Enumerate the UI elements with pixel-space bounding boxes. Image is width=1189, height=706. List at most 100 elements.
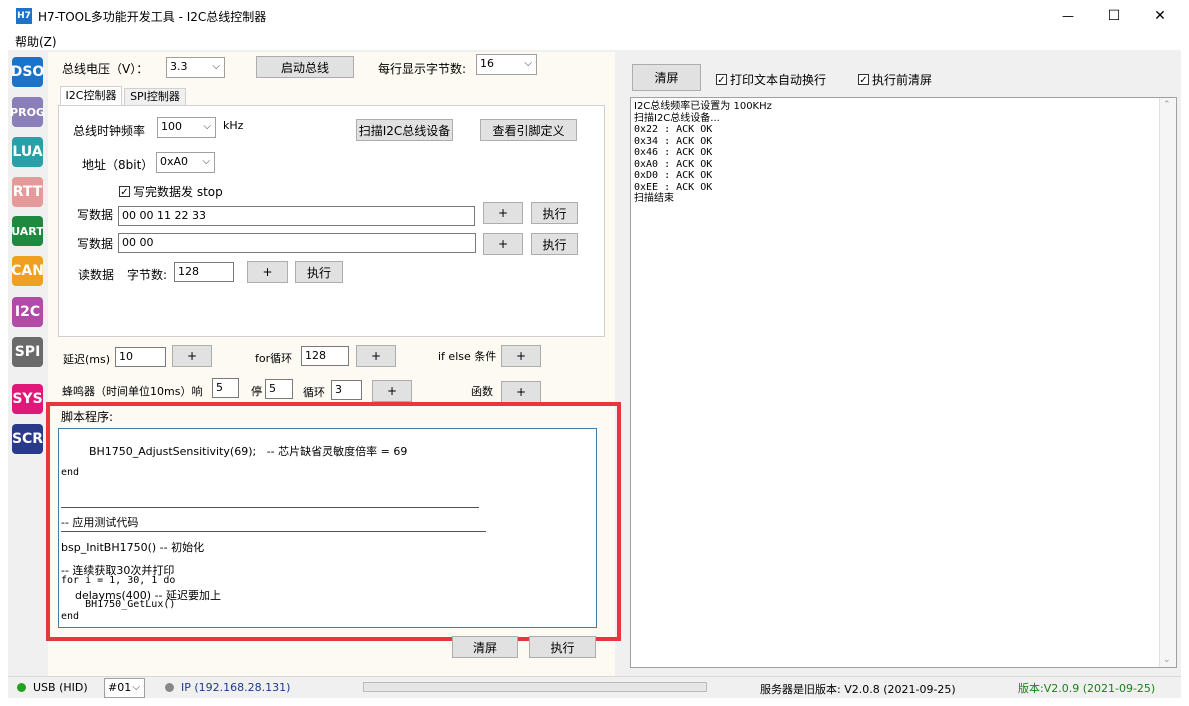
menu-help[interactable]: 帮助(Z) <box>15 33 57 50</box>
write2-input[interactable]: 00 00 <box>118 233 476 253</box>
script-line: -- 应用测试代码 <box>61 516 139 529</box>
output-line: 扫描I2C总线设备... <box>634 112 720 124</box>
for-plus-button[interactable]: + <box>356 345 396 367</box>
script-exec-button[interactable]: 执行 <box>529 636 596 658</box>
func-label: 函数 <box>471 385 493 398</box>
sidebar-item-rtt[interactable]: RTT <box>12 177 43 207</box>
beep-on-input[interactable]: 5 <box>212 378 239 398</box>
for-input[interactable]: 128 <box>301 346 349 366</box>
read-label: 读数据 <box>78 268 115 282</box>
minimize-button[interactable]: — <box>1045 4 1091 28</box>
stop-checkbox[interactable]: ✓ 写完数据发 stop <box>119 183 223 200</box>
delay-plus-button[interactable]: + <box>172 345 212 367</box>
output-scrollbar[interactable]: ⌃ ⌄ <box>1159 98 1176 667</box>
usb-status-icon <box>17 683 26 692</box>
read-exec-button[interactable]: 执行 <box>295 261 343 283</box>
device-select[interactable]: #01 ⌵ <box>104 678 145 698</box>
sidebar-item-uart[interactable]: UART <box>11 216 44 246</box>
write2-exec-button[interactable]: 执行 <box>531 233 578 255</box>
output-text: I2C总线频率已设置为 100KHz 扫描I2C总线设备... 0x22 : A… <box>634 101 772 205</box>
window-title: H7-TOOL多功能开发工具 - I2C总线控制器 <box>38 10 267 24</box>
app-logo: H7 <box>16 8 32 24</box>
address-value: 0xA0 <box>160 155 189 168</box>
sidebar-item-lua[interactable]: LUA <box>12 137 43 167</box>
clear-before-label: 执行前清屏 <box>872 73 933 87</box>
app-version: 版本:V2.0.9 (2021-09-25) <box>1018 682 1156 695</box>
bytes-per-line-label: 每行显示字节数: <box>378 62 467 76</box>
sidebar-item-i2c[interactable]: I2C <box>12 297 43 327</box>
ifelse-plus-button[interactable]: + <box>501 345 541 367</box>
tab-i2c[interactable]: I2C控制器 <box>60 86 122 106</box>
loop-input[interactable]: 3 <box>331 380 362 400</box>
output-line: 0xEE : ACK OK <box>634 181 713 193</box>
script-divider <box>61 507 479 508</box>
delay-input[interactable]: 10 <box>115 347 166 367</box>
close-button[interactable]: ✕ <box>1137 4 1183 28</box>
beep-off-label: 停 <box>251 385 262 398</box>
checkbox-checked-icon: ✓ <box>119 186 130 198</box>
write2-plus-button[interactable]: + <box>483 233 523 255</box>
sidebar-item-prog[interactable]: PROG <box>10 97 45 127</box>
voltage-label: 总线电压（V）： <box>62 62 149 76</box>
read-plus-button[interactable]: + <box>247 261 288 283</box>
script-line: end <box>61 467 80 478</box>
beep-label: 蜂鸣器（时间单位10ms）响 <box>62 385 203 398</box>
checkbox-checked-icon: ✓ <box>858 74 869 86</box>
loop-label: 循环 <box>303 386 325 399</box>
progress-bar <box>363 682 707 692</box>
write1-input[interactable]: 00 00 11 22 33 <box>118 206 475 226</box>
beep-off-input[interactable]: 5 <box>265 379 293 399</box>
chevron-down-icon: ⌵ <box>524 58 532 69</box>
address-label: 地址（8bit） <box>82 158 154 172</box>
delay-label: 延迟(ms) <box>63 353 111 366</box>
beep-plus-button[interactable]: + <box>372 380 412 402</box>
clock-select[interactable]: 100 ⌵ <box>157 117 216 138</box>
ip-status-icon <box>165 683 174 692</box>
sidebar-item-scr[interactable]: SCR <box>12 424 43 454</box>
bytes-per-line-value: 16 <box>480 57 494 70</box>
ifelse-label: if else 条件 <box>438 350 497 363</box>
pin-definition-button[interactable]: 查看引脚定义 <box>480 119 577 141</box>
script-clear-button[interactable]: 清屏 <box>452 636 518 658</box>
sidebar-item-sys[interactable]: SYS <box>12 384 43 414</box>
stop-checkbox-label: 写完数据发 stop <box>133 185 223 199</box>
clock-label: 总线时钟频率 <box>73 124 146 138</box>
ip-status: IP (192.168.28.131) <box>181 681 291 694</box>
output-clear-button[interactable]: 清屏 <box>632 64 701 91</box>
address-select[interactable]: 0xA0 ⌵ <box>156 152 215 173</box>
output-line: 扫描结束 <box>634 193 674 204</box>
script-line: BH1750_GetLux() <box>61 599 176 610</box>
maximize-button[interactable]: ☐ <box>1091 4 1137 28</box>
script-title: 脚本程序: <box>61 410 114 424</box>
auto-wrap-checkbox[interactable]: ✓ 打印文本自动换行 <box>716 71 826 88</box>
clear-before-checkbox[interactable]: ✓ 执行前清屏 <box>858 71 932 88</box>
chevron-down-icon: ⌵ <box>212 61 220 72</box>
sidebar-item-spi[interactable]: SPI <box>12 337 43 367</box>
write2-label: 写数据 <box>77 237 114 251</box>
chevron-down-icon: ⌵ <box>202 156 210 167</box>
bytes-input[interactable]: 128 <box>174 262 234 282</box>
output-line: 0xD0 : ACK OK <box>634 170 713 181</box>
voltage-value: 3.3 <box>170 60 188 73</box>
scroll-up-icon[interactable]: ⌃ <box>1163 100 1171 110</box>
output-line: I2C总线频率已设置为 100KHz <box>634 101 772 112</box>
sidebar-item-dso[interactable]: DSO <box>11 57 44 87</box>
clock-unit: kHz <box>223 119 244 132</box>
tab-spi[interactable]: SPI控制器 <box>124 88 186 106</box>
voltage-select[interactable]: 3.3 ⌵ <box>166 57 225 78</box>
server-version: 服务器是旧版本: V2.0.8 (2021-09-25) <box>760 683 956 696</box>
for-label: for循环 <box>255 352 293 365</box>
script-line: for i = 1, 30, 1 do <box>61 575 176 586</box>
bytes-per-line-select[interactable]: 16 ⌵ <box>476 54 537 75</box>
write1-exec-button[interactable]: 执行 <box>531 202 578 224</box>
script-line: end <box>61 611 80 622</box>
scroll-down-icon[interactable]: ⌄ <box>1163 655 1171 665</box>
write1-plus-button[interactable]: + <box>483 202 523 224</box>
output-panel[interactable]: I2C总线频率已设置为 100KHz 扫描I2C总线设备... 0x22 : A… <box>630 97 1177 668</box>
start-bus-button[interactable]: 启动总线 <box>256 56 354 78</box>
clock-value: 100 <box>161 120 182 133</box>
scan-bus-button[interactable]: 扫描I2C总线设备 <box>356 119 453 141</box>
func-plus-button[interactable]: + <box>501 381 541 403</box>
script-line: bsp_InitBH1750() -- 初始化 <box>61 541 205 554</box>
sidebar-item-can[interactable]: CAN <box>11 256 44 286</box>
